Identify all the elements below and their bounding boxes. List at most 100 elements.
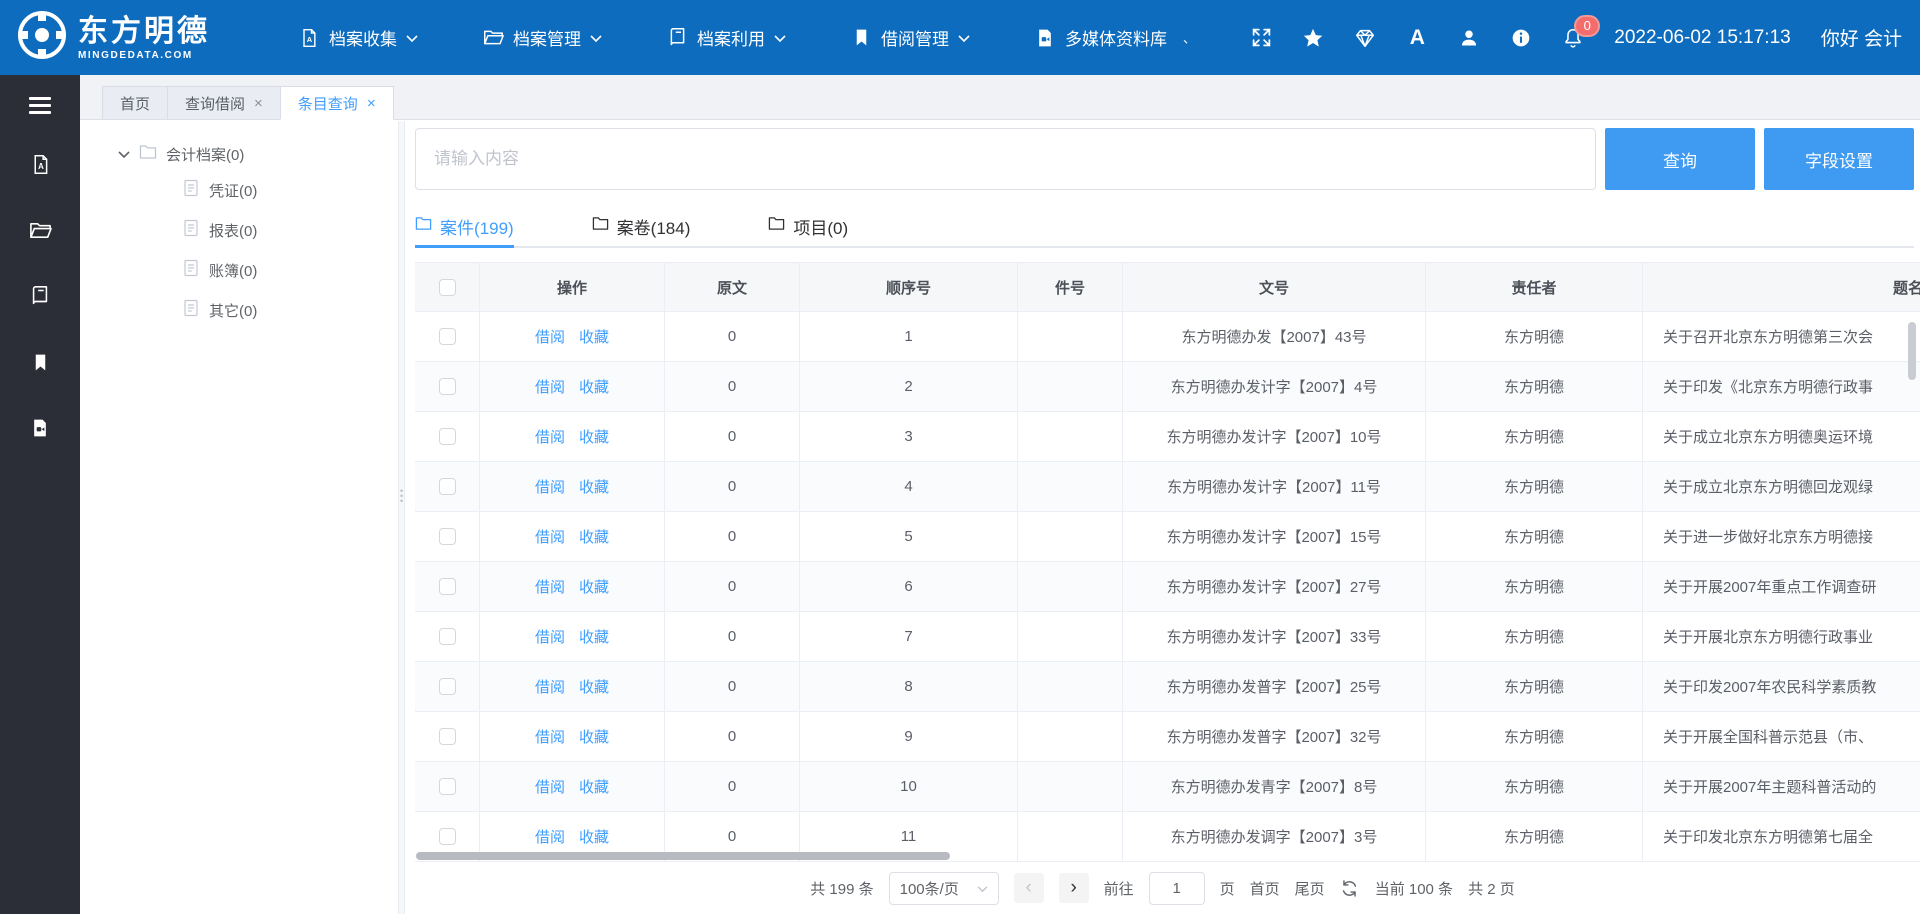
tree-node-accounting-archive[interactable]: 会计档案(0) (80, 138, 398, 170)
info-icon[interactable] (1510, 27, 1532, 49)
table-row: 借阅收藏 0 8 东方明德办发普字【2007】25号 东方明德 关于印发2007… (415, 662, 1920, 712)
borrow-link[interactable]: 借阅 (535, 776, 565, 797)
cell-responsible: 东方明德 (1426, 812, 1643, 861)
favorite-link[interactable]: 收藏 (579, 726, 609, 747)
borrow-link[interactable]: 借阅 (535, 326, 565, 347)
next-page-button[interactable]: › (1059, 873, 1089, 903)
sidebar-file-collect-icon[interactable]: A (28, 152, 52, 176)
gem-icon[interactable] (1354, 27, 1376, 49)
borrow-link[interactable]: 借阅 (535, 626, 565, 647)
cell-doc-no: 东方明德办发计字【2007】4号 (1123, 362, 1426, 411)
row-checkbox[interactable] (439, 778, 456, 795)
favorite-link[interactable]: 收藏 (579, 476, 609, 497)
borrow-link[interactable]: 借阅 (535, 576, 565, 597)
tab-volumes[interactable]: 案卷(184) (592, 206, 691, 246)
cell-original: 0 (665, 562, 800, 611)
tab-projects[interactable]: 项目(0) (768, 206, 848, 246)
tree-node-ledger[interactable]: 账簿(0) (80, 250, 398, 290)
favorite-link[interactable]: 收藏 (579, 376, 609, 397)
sidebar-folder-open-icon[interactable] (28, 218, 52, 242)
row-checkbox[interactable] (439, 728, 456, 745)
tree-node-report[interactable]: 报表(0) (80, 210, 398, 250)
select-all-checkbox[interactable] (439, 279, 456, 296)
borrow-link[interactable]: 借阅 (535, 726, 565, 747)
cell-original: 0 (665, 662, 800, 711)
borrow-link[interactable]: 借阅 (535, 426, 565, 447)
cell-title: 关于成立北京东方明德奥运环境 (1643, 412, 1920, 461)
cell-responsible: 东方明德 (1426, 312, 1643, 361)
cell-doc-no: 东方明德办发计字【2007】15号 (1123, 512, 1426, 561)
row-checkbox[interactable] (439, 478, 456, 495)
menu-media-library[interactable]: 多媒体资料库 (1034, 25, 1167, 50)
page-size-select[interactable]: 100条/页 (889, 872, 999, 905)
borrow-link[interactable]: 借阅 (535, 526, 565, 547)
cell-item-no (1018, 512, 1123, 561)
menu-archive-collect[interactable]: A 档案收集 (298, 25, 418, 50)
cell-seq: 2 (800, 362, 1018, 411)
first-page-button[interactable]: 首页 (1250, 878, 1280, 899)
tree-node-other[interactable]: 其它(0) (80, 290, 398, 330)
row-checkbox[interactable] (439, 528, 456, 545)
row-checkbox[interactable] (439, 578, 456, 595)
tab-query-borrow[interactable]: 查询借阅 × (167, 86, 281, 119)
row-checkbox[interactable] (439, 428, 456, 445)
cell-doc-no: 东方明德办发【2007】43号 (1123, 312, 1426, 361)
tree-node-voucher[interactable]: 凭证(0) (80, 170, 398, 210)
borrow-link[interactable]: 借阅 (535, 376, 565, 397)
row-checkbox[interactable] (439, 628, 456, 645)
cell-doc-no: 东方明德办发调字【2007】3号 (1123, 812, 1426, 861)
last-page-button[interactable]: 尾页 (1295, 878, 1325, 899)
favorite-link[interactable]: 收藏 (579, 326, 609, 347)
cell-responsible: 东方明德 (1426, 412, 1643, 461)
sidebar-media-file-icon[interactable] (28, 416, 52, 440)
notifications-bell[interactable]: 0 (1562, 27, 1584, 49)
favorite-link[interactable]: 收藏 (579, 426, 609, 447)
favorite-link[interactable]: 收藏 (579, 676, 609, 697)
star-icon[interactable] (1302, 27, 1324, 49)
row-checkbox[interactable] (439, 378, 456, 395)
col-responsible: 责任者 (1426, 263, 1643, 311)
fullscreen-icon[interactable] (1250, 27, 1272, 49)
page-number-input[interactable] (1149, 872, 1205, 905)
row-checkbox[interactable] (439, 328, 456, 345)
borrow-link[interactable]: 借阅 (535, 476, 565, 497)
favorite-link[interactable]: 收藏 (579, 526, 609, 547)
cell-responsible: 东方明德 (1426, 662, 1643, 711)
menu-toggle-icon[interactable] (29, 97, 51, 118)
query-button[interactable]: 查询 (1605, 128, 1755, 190)
favorite-link[interactable]: 收藏 (579, 826, 609, 847)
menu-archive-manage[interactable]: 档案管理 (482, 25, 602, 50)
tree-node-label: 会计档案(0) (166, 144, 244, 165)
row-checkbox[interactable] (439, 678, 456, 695)
search-input[interactable] (415, 128, 1596, 190)
close-icon[interactable]: × (254, 96, 263, 111)
favorite-link[interactable]: 收藏 (579, 626, 609, 647)
menu-archive-use[interactable]: 档案利用 (666, 25, 786, 50)
tab-home[interactable]: 首页 (102, 86, 168, 119)
refresh-icon[interactable] (1340, 878, 1360, 898)
tab-cases[interactable]: 案件(199) (415, 206, 514, 246)
sidebar-bookmark-icon[interactable] (28, 350, 52, 374)
favorite-link[interactable]: 收藏 (579, 576, 609, 597)
prev-page-button[interactable]: ‹ (1014, 873, 1044, 903)
cell-seq: 3 (800, 412, 1018, 461)
tab-entry-query[interactable]: 条目查询 × (280, 86, 394, 120)
font-size-icon[interactable]: A (1406, 27, 1428, 49)
borrow-link[interactable]: 借阅 (535, 676, 565, 697)
user-icon[interactable] (1458, 27, 1480, 49)
menu-borrow-manage[interactable]: 借阅管理 (850, 25, 970, 50)
horizontal-scrollbar[interactable] (416, 852, 950, 860)
vertical-scrollbar[interactable] (1908, 322, 1916, 380)
sidebar-book-icon[interactable] (28, 284, 52, 308)
col-original: 原文 (665, 263, 800, 311)
cell-item-no (1018, 762, 1123, 811)
logo-emblem-icon (16, 9, 68, 66)
row-checkbox[interactable] (439, 828, 456, 845)
close-icon[interactable]: × (367, 96, 376, 111)
table-row: 借阅收藏 0 6 东方明德办发计字【2007】27号 东方明德 关于开展2007… (415, 562, 1920, 612)
field-settings-button[interactable]: 字段设置 (1764, 128, 1914, 190)
panel-splitter[interactable]: ••• (398, 121, 405, 914)
table-row: 借阅收藏 0 10 东方明德办发青字【2007】8号 东方明德 关于开展2007… (415, 762, 1920, 812)
favorite-link[interactable]: 收藏 (579, 776, 609, 797)
borrow-link[interactable]: 借阅 (535, 826, 565, 847)
